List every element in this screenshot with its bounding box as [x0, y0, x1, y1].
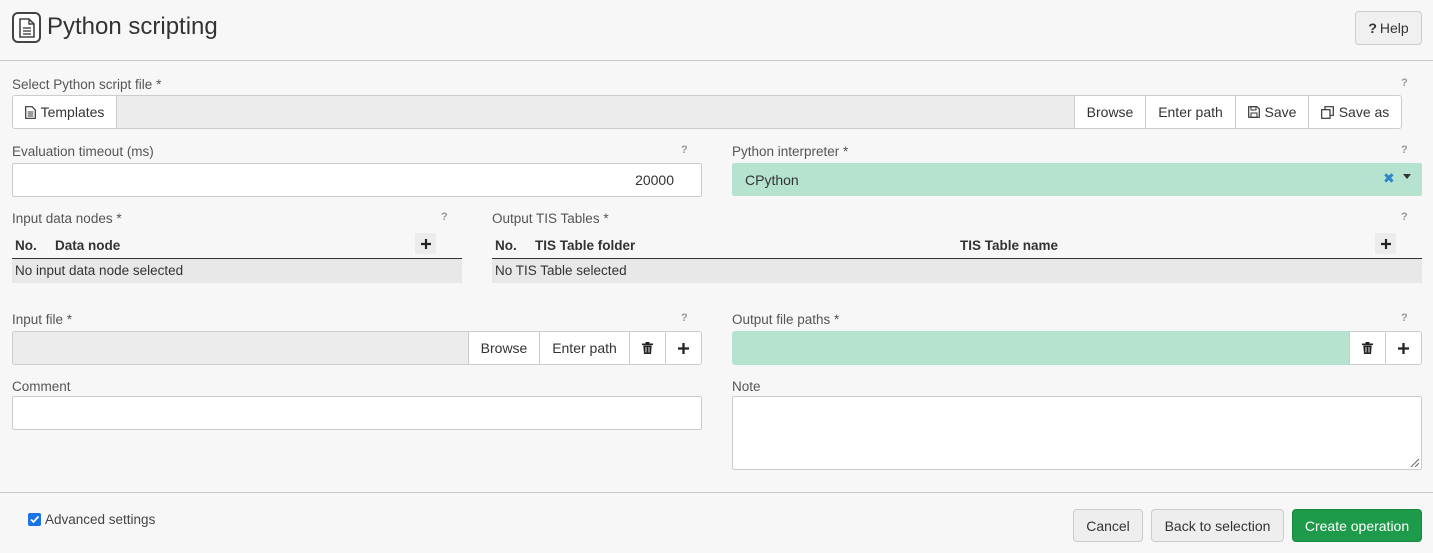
templates-label: Templates — [40, 104, 105, 120]
output-tables-help-icon[interactable]: ? — [1401, 211, 1408, 223]
interpreter-value: CPython — [745, 172, 799, 188]
document-icon — [12, 12, 41, 43]
input-file-delete-button[interactable] — [629, 331, 666, 365]
save-button[interactable]: Save — [1235, 95, 1309, 129]
input-nodes-empty-row: No input data node selected — [12, 259, 462, 283]
plus-icon — [678, 342, 689, 354]
advanced-settings-label: Advanced settings — [45, 512, 156, 527]
script-file-help-icon[interactable]: ? — [1401, 77, 1408, 89]
templates-button[interactable]: Templates — [12, 95, 117, 129]
input-file-label: Input file * — [12, 312, 73, 327]
enter-path-label: Enter path — [552, 340, 617, 356]
floppy-disk-icon — [1247, 106, 1260, 118]
save-label: Save — [1264, 104, 1297, 120]
input-file-add-button[interactable] — [665, 331, 702, 365]
script-file-path-field[interactable] — [116, 95, 1075, 129]
plus-icon — [1398, 342, 1409, 354]
output-tables-col-no: No. — [495, 238, 517, 253]
plus-icon — [1380, 238, 1391, 249]
plus-icon — [420, 238, 431, 249]
output-tables-col-name: TIS Table name — [960, 238, 1059, 253]
page-title: Python scripting — [47, 13, 218, 40]
help-button[interactable]: ? Help — [1355, 11, 1422, 45]
timeout-label: Evaluation timeout (ms) — [12, 144, 154, 159]
add-input-node-button[interactable] — [415, 233, 436, 254]
output-tables-col-folder: TIS Table folder — [535, 238, 636, 253]
note-label: Note — [732, 379, 761, 394]
clear-icon[interactable]: ✖ — [1383, 170, 1395, 187]
timeout-help-icon[interactable]: ? — [681, 144, 688, 156]
script-file-label: Select Python script file * — [12, 77, 162, 92]
output-paths-field[interactable] — [732, 331, 1350, 365]
input-file-enter-path-button[interactable]: Enter path — [539, 331, 630, 365]
input-nodes-col-no: No. — [15, 238, 37, 253]
copy-icon — [1320, 105, 1334, 119]
comment-input[interactable] — [12, 396, 702, 430]
help-label: Help — [1379, 20, 1409, 36]
file-text-icon — [24, 105, 36, 119]
page-header: Python scripting ? Help — [0, 0, 1433, 61]
input-nodes-col-data-node: Data node — [55, 238, 121, 253]
trash-icon — [642, 342, 653, 354]
comment-label: Comment — [12, 379, 71, 394]
output-paths-delete-button[interactable] — [1349, 331, 1386, 365]
note-textarea[interactable] — [732, 396, 1422, 470]
browse-label: Browse — [1086, 104, 1134, 120]
create-operation-button[interactable]: Create operation — [1292, 509, 1422, 542]
output-paths-add-button[interactable] — [1385, 331, 1422, 365]
caret-down-icon[interactable] — [1403, 174, 1411, 179]
enter-path-label: Enter path — [1158, 104, 1223, 120]
script-enter-path-button[interactable]: Enter path — [1145, 95, 1236, 129]
save-as-button[interactable]: Save as — [1308, 95, 1402, 129]
cancel-button[interactable]: Cancel — [1073, 509, 1143, 542]
input-file-path-field[interactable] — [12, 331, 469, 365]
checkbox-checked-icon[interactable] — [28, 513, 41, 526]
add-output-table-button[interactable] — [1375, 233, 1396, 254]
advanced-settings-toggle[interactable]: Advanced settings — [28, 512, 155, 527]
input-nodes-label: Input data nodes * — [12, 211, 122, 226]
back-to-selection-button[interactable]: Back to selection — [1151, 509, 1284, 542]
input-nodes-help-icon[interactable]: ? — [441, 211, 448, 223]
timeout-input[interactable]: 20000 — [12, 163, 702, 197]
browse-label: Browse — [480, 340, 528, 356]
output-paths-label: Output file paths * — [732, 312, 840, 327]
output-tables-label: Output TIS Tables * — [492, 211, 609, 226]
footer-divider — [0, 492, 1433, 493]
input-file-help-icon[interactable]: ? — [681, 312, 688, 324]
trash-icon — [1362, 342, 1373, 354]
output-paths-help-icon[interactable]: ? — [1401, 312, 1408, 324]
interpreter-label: Python interpreter * — [732, 144, 849, 159]
input-file-browse-button[interactable]: Browse — [468, 331, 540, 365]
script-browse-button[interactable]: Browse — [1074, 95, 1146, 129]
interpreter-help-icon[interactable]: ? — [1401, 144, 1408, 156]
question-icon: ? — [1368, 20, 1377, 36]
output-tables-empty-row: No TIS Table selected — [492, 259, 1422, 283]
interpreter-select[interactable]: CPython ✖ — [732, 163, 1422, 196]
save-as-label: Save as — [1338, 104, 1390, 120]
resize-grip-icon[interactable] — [1410, 458, 1419, 467]
